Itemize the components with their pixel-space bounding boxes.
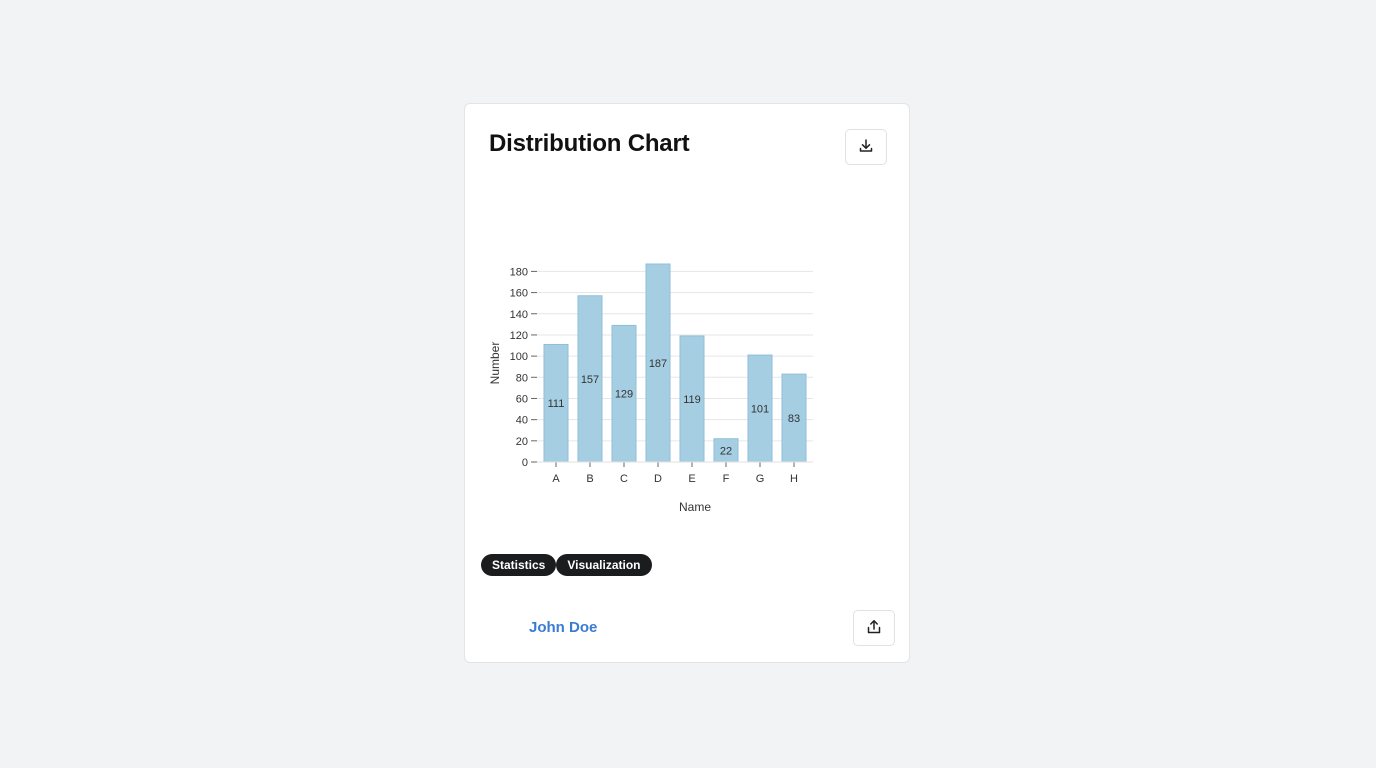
author-link[interactable]: John Doe [529, 619, 597, 636]
y-tick-label: 0 [522, 457, 528, 469]
y-tick-label: 140 [510, 309, 528, 321]
bar-value-label: 119 [683, 394, 701, 406]
tag-statistics[interactable]: Statistics [481, 554, 557, 576]
y-tick-label: 100 [510, 351, 528, 363]
y-tick-label: 120 [510, 330, 528, 342]
bar-value-label: 157 [581, 374, 599, 386]
share-button[interactable] [853, 610, 895, 646]
y-axis-label: Number [489, 342, 502, 385]
y-tick-label: 20 [516, 436, 528, 448]
x-tick-label: G [756, 473, 765, 485]
x-tick-label: B [586, 473, 593, 485]
download-button[interactable] [845, 129, 887, 165]
x-tick-label: A [552, 473, 560, 485]
bar-value-label: 83 [788, 413, 800, 425]
bar-value-label: 187 [649, 358, 667, 370]
x-tick-label: D [654, 473, 662, 485]
bar-value-label: 22 [720, 445, 732, 457]
bar-value-label: 101 [751, 404, 769, 416]
x-tick-label: F [723, 473, 730, 485]
bar-chart: 0 20 40 60 80 100 120 140 160 180 111 A 157 B 129 C 187 D… [488, 254, 849, 524]
x-tick-label: C [620, 473, 628, 485]
share-icon [866, 619, 882, 638]
tag-list: Statistics Visualization [481, 554, 652, 576]
y-tick-label: 60 [516, 393, 528, 405]
tag-visualization[interactable]: Visualization [556, 554, 652, 576]
x-axis-label: Name [679, 500, 711, 514]
bar-value-label: 111 [548, 398, 565, 410]
y-tick-label: 80 [516, 372, 528, 384]
y-tick-label: 180 [510, 266, 528, 278]
bar-chart-svg: 0 20 40 60 80 100 120 140 160 180 111 A 157 B 129 C 187 D… [488, 263, 813, 514]
chart-card: Distribution Chart 0 20 40 60 80 100 120 140 160… [464, 103, 910, 663]
x-tick-label: H [790, 473, 798, 485]
y-tick-label: 40 [516, 415, 528, 427]
y-tick-label: 160 [510, 288, 528, 300]
download-icon [858, 138, 874, 157]
bar-value-label: 129 [615, 389, 633, 401]
x-tick-label: E [688, 473, 695, 485]
card-title: Distribution Chart [489, 130, 690, 157]
